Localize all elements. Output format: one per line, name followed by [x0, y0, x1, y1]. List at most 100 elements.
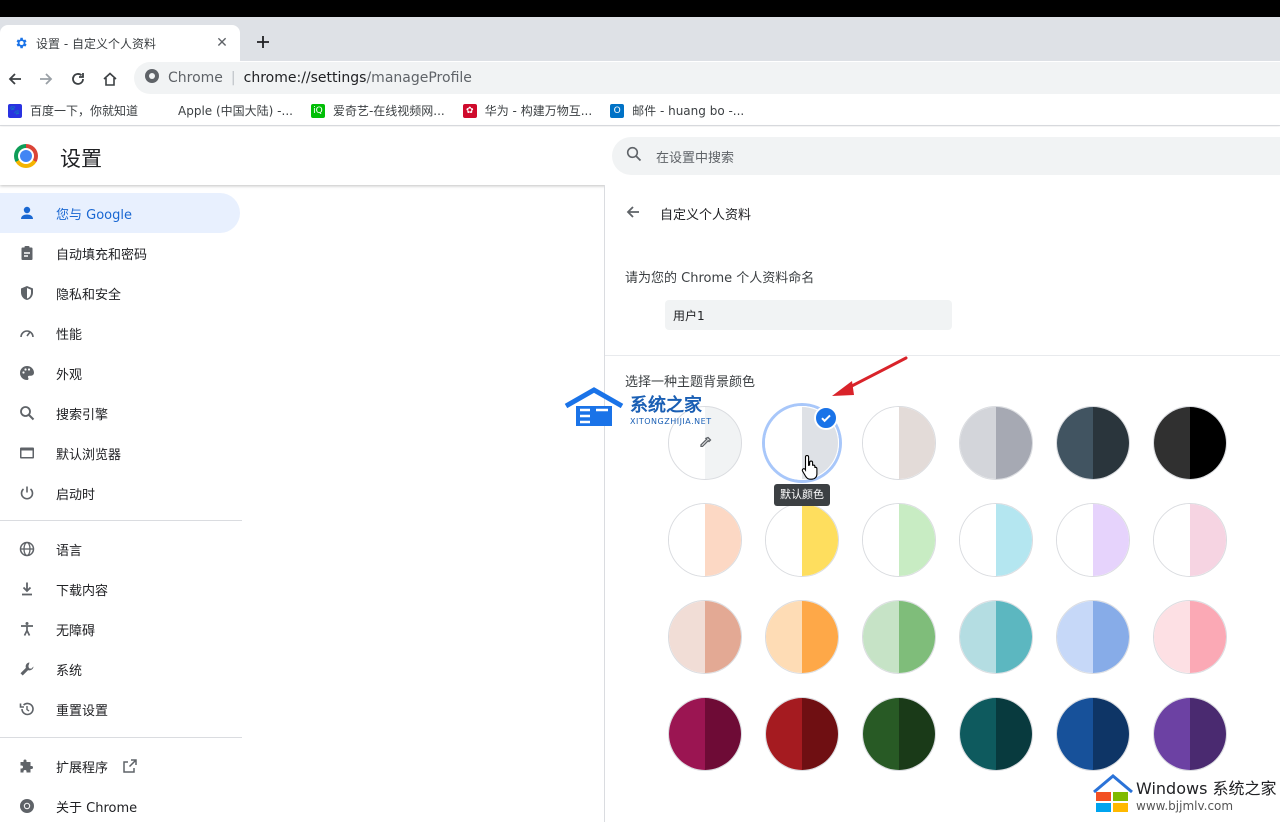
sidebar-item-appearance[interactable]: 外观 [0, 353, 240, 393]
swatch-light-half [766, 504, 802, 576]
color-swatch[interactable] [862, 600, 936, 674]
sidebar-item-languages[interactable]: 语言 [0, 529, 240, 569]
sidebar-item-about-chrome[interactable]: 关于 Chrome [0, 786, 240, 826]
house-logo-icon [564, 387, 624, 426]
swatch-dark-half [1093, 407, 1129, 479]
color-swatch[interactable] [959, 697, 1033, 771]
external-link-icon [122, 758, 138, 774]
reload-button[interactable] [66, 67, 90, 91]
bookmark-outlook[interactable]: O 邮件 - huang bo -... [610, 102, 744, 119]
swatch-dark-half [1190, 601, 1226, 673]
person-icon [18, 204, 36, 222]
color-swatch[interactable] [765, 503, 839, 577]
panel-title: 自定义个人资料 [660, 208, 752, 223]
sidebar-item-label: 性能 [56, 327, 83, 343]
swatch-light-half [1057, 698, 1093, 770]
bookmark-baidu[interactable]: 🐾 百度一下，你就知道 [8, 102, 138, 119]
windows-label: Windows [1136, 779, 1208, 798]
swatch-light-half [669, 601, 705, 673]
color-swatch[interactable] [1153, 600, 1227, 674]
tab-title: 设置 - 自定义个人资料 [36, 36, 156, 51]
bookmark-huawei[interactable]: ✿ 华为 - 构建万物互... [462, 102, 592, 119]
page-title: 设置 [60, 147, 102, 171]
color-swatch[interactable] [959, 600, 1033, 674]
sidebar-item-autofill[interactable]: 自动填充和密码 [0, 233, 240, 273]
tab-close-icon[interactable]: ✕ [214, 35, 230, 51]
color-swatch[interactable] [1153, 503, 1227, 577]
tab-settings[interactable]: 设置 - 自定义个人资料 ✕ [0, 25, 240, 61]
swatch-light-half [960, 407, 996, 479]
home-button[interactable] [98, 67, 122, 91]
swatch-light-half [960, 698, 996, 770]
tab-strip: 设置 - 自定义个人资料 ✕ [0, 17, 1280, 61]
sidebar-item-performance[interactable]: 性能 [0, 313, 240, 353]
back-button[interactable] [3, 67, 27, 91]
sidebar-item-label: 语言 [56, 543, 83, 559]
sidebar-item-you-and-google[interactable]: 您与 Google [0, 193, 240, 233]
color-swatch[interactable] [765, 697, 839, 771]
sidebar-item-label: 关于 Chrome [56, 800, 138, 816]
back-arrow-icon[interactable] [623, 202, 643, 222]
power-icon [18, 484, 36, 502]
color-swatch[interactable] [1153, 406, 1227, 480]
watermark-url: XITONGZHIJIA.NET [630, 416, 712, 426]
search-placeholder: 在设置中搜索 [656, 150, 735, 166]
bookmark-iqiyi[interactable]: iQ 爱奇艺-在线视频网... [310, 102, 445, 119]
sidebar-item-default-browser[interactable]: 默认浏览器 [0, 433, 240, 473]
accessibility-icon [18, 620, 36, 638]
color-swatch[interactable] [1056, 600, 1130, 674]
gauge-icon [18, 324, 36, 342]
swatch-light-half [766, 601, 802, 673]
chrome-icon [18, 797, 36, 815]
color-swatch[interactable] [862, 406, 936, 480]
color-swatch[interactable] [668, 503, 742, 577]
sidebar-item-on-startup[interactable]: 启动时 [0, 473, 240, 513]
color-swatch[interactable] [1056, 697, 1130, 771]
forward-button[interactable] [34, 67, 58, 91]
address-bar[interactable]: Chrome | chrome://settings/manageProfile [134, 62, 1280, 94]
color-swatch[interactable] [862, 697, 936, 771]
bookmark-apple[interactable]: Apple (中国大陆) -... [156, 102, 293, 119]
url-path: /manageProfile [366, 70, 472, 86]
new-tab-button[interactable] [252, 31, 274, 53]
color-swatch[interactable] [668, 600, 742, 674]
swatch-light-half [1057, 601, 1093, 673]
color-swatch[interactable] [1153, 697, 1227, 771]
puzzle-icon [18, 757, 36, 775]
sidebar-item-system[interactable]: 系统 [0, 649, 240, 689]
sidebar-item-reset[interactable]: 重置设置 [0, 689, 240, 729]
sidebar-item-privacy[interactable]: 隐私和安全 [0, 273, 240, 313]
sidebar-divider [0, 520, 242, 521]
sidebar-item-extensions[interactable]: 扩展程序 [0, 746, 240, 786]
color-swatch[interactable] [862, 503, 936, 577]
swatch-tooltip: 默认颜色 [774, 484, 830, 506]
swatch-light-half [863, 698, 899, 770]
windows-logo-icon [1093, 774, 1133, 812]
wrench-icon [18, 660, 36, 678]
profile-name-input[interactable] [665, 300, 952, 330]
sidebar-item-search-engine[interactable]: 搜索引擎 [0, 393, 240, 433]
color-swatch[interactable] [668, 697, 742, 771]
swatch-dark-half [1190, 407, 1226, 479]
bookmark-label: 邮件 - huang bo -... [632, 104, 745, 118]
sidebar-item-downloads[interactable]: 下载内容 [0, 569, 240, 609]
color-swatch[interactable] [1056, 503, 1130, 577]
sidebar-item-label: 默认浏览器 [56, 447, 122, 463]
swatch-light-half [863, 407, 899, 479]
swatch-dark-half [802, 698, 838, 770]
swatch-light-half [1057, 504, 1093, 576]
swatch-dark-half [899, 504, 935, 576]
sidebar-item-accessibility[interactable]: 无障碍 [0, 609, 240, 649]
settings-search-input[interactable]: 在设置中搜索 [612, 137, 1280, 175]
annotation-arrow [832, 356, 908, 396]
omnibox-site-label: Chrome [168, 70, 223, 86]
sidebar-item-label: 外观 [56, 367, 83, 383]
swatch-dark-half [899, 698, 935, 770]
color-swatch[interactable] [959, 503, 1033, 577]
clipboard-icon [18, 244, 36, 262]
sidebar-divider [0, 737, 242, 738]
palette-icon [18, 364, 36, 382]
color-swatch[interactable] [1056, 406, 1130, 480]
color-swatch[interactable] [765, 600, 839, 674]
color-swatch[interactable] [959, 406, 1033, 480]
